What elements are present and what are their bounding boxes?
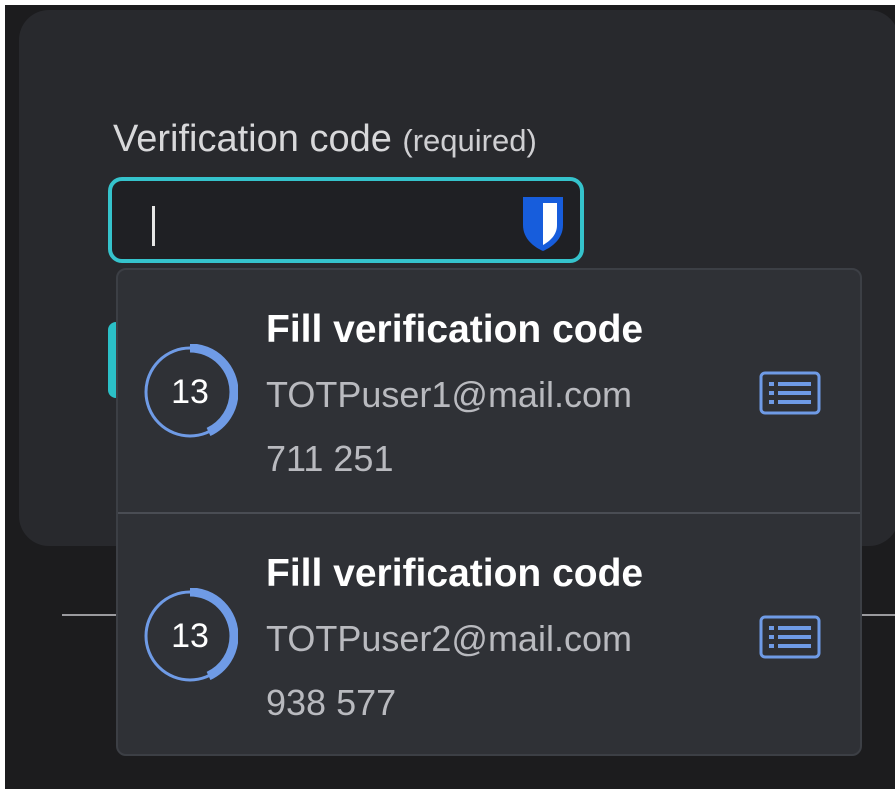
timer-seconds-1: 13 [171, 373, 209, 411]
verification-code-label: Verification code (required) [113, 118, 537, 161]
list-card-icon [759, 615, 821, 659]
view-item-button-1[interactable] [758, 370, 822, 416]
bitwarden-shield-icon[interactable] [520, 195, 566, 253]
fill-option-2[interactable]: 13 Fill verification code TOTPuser2@mail… [118, 514, 860, 754]
divider-line-left [62, 614, 122, 616]
label-text: Verification code [113, 118, 392, 160]
option-username-2: TOTPuser2@mail.com [266, 618, 632, 659]
option-code-2: 938 577 [266, 682, 397, 723]
autofill-menu: 13 Fill verification code TOTPuser1@mail… [116, 268, 862, 756]
list-card-icon [759, 371, 821, 415]
view-item-button-2[interactable] [758, 614, 822, 660]
option-code-1: 711 251 [266, 438, 394, 479]
option-title-1: Fill verification code [266, 308, 644, 351]
verification-code-input[interactable] [108, 177, 584, 263]
totp-timer-2: 13 [141, 587, 239, 685]
label-required-hint: (required) [402, 123, 537, 158]
option-username-1: TOTPuser1@mail.com [266, 374, 632, 415]
text-caret [152, 206, 155, 246]
timer-seconds-2: 13 [171, 617, 209, 655]
fill-option-1[interactable]: 13 Fill verification code TOTPuser1@mail… [118, 270, 860, 512]
totp-timer-1: 13 [141, 343, 239, 441]
option-title-2: Fill verification code [266, 552, 644, 595]
